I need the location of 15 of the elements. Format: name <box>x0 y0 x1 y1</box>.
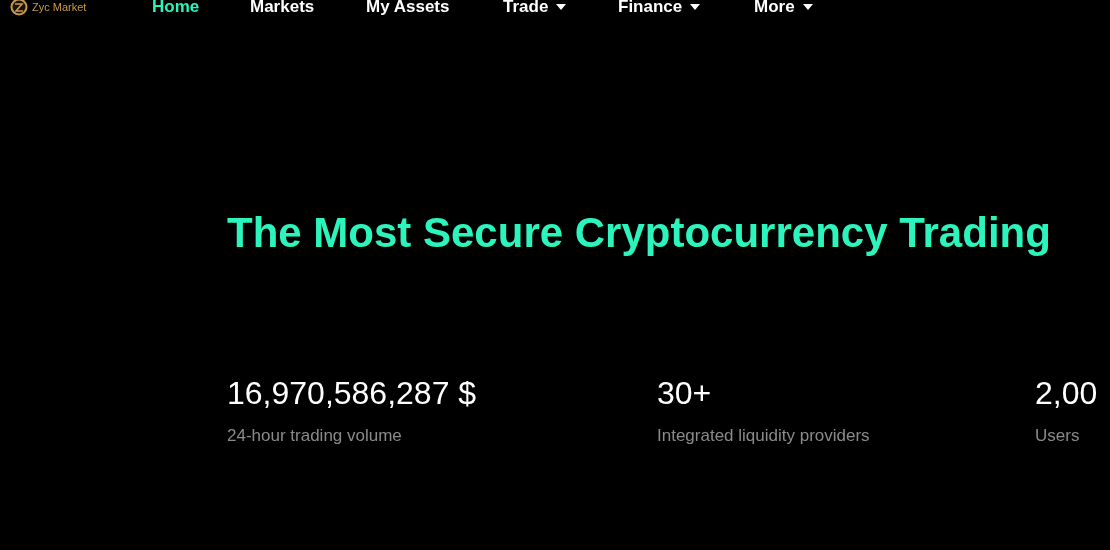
stat-value: 16,970,586,287 $ <box>227 377 478 409</box>
nav-link[interactable]: Home <box>152 0 200 16</box>
nav-link[interactable]: Finance <box>618 0 701 16</box>
nav-link[interactable]: My Assets <box>366 0 450 16</box>
stat-value: 30+ <box>657 377 713 409</box>
logo-icon <box>10 0 28 16</box>
stat-label: 24-hour trading volume <box>227 425 403 447</box>
stat-value: 2,00 <box>1035 377 1099 409</box>
stat-label: Integrated liquidity providers <box>657 425 871 447</box>
stat-label: Users <box>1035 425 1081 447</box>
nav-link[interactable]: Markets <box>250 0 315 16</box>
nav-link[interactable]: More <box>754 0 813 16</box>
hero-heading: The Most Secure Cryptocurrency Trading <box>227 212 1052 254</box>
brand-name: Zyc Market <box>32 0 87 15</box>
nav-link[interactable]: Trade <box>503 0 567 16</box>
